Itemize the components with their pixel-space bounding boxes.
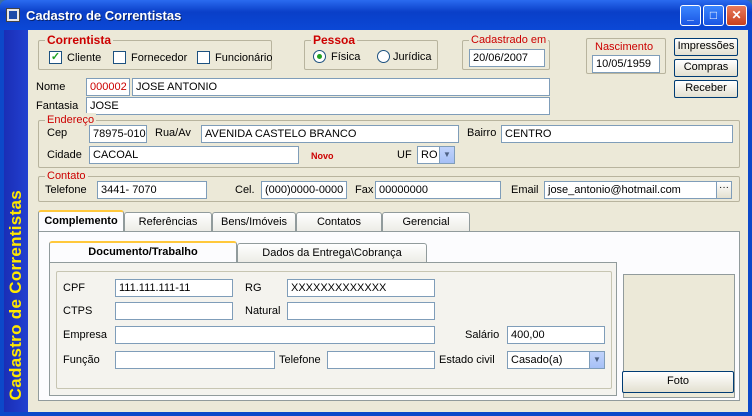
cadastrado-group: Cadastrado em 20/06/2007 (462, 33, 550, 70)
tab-referencias[interactable]: Referências (124, 212, 212, 232)
funcao-label: Função (63, 354, 100, 366)
impressoes-button[interactable]: Impressões (674, 38, 738, 56)
correntista-legend: Correntista (45, 33, 114, 47)
natural-field[interactable] (287, 302, 435, 320)
estado-civil-select[interactable]: Casado(a) ▼ (507, 351, 605, 369)
cpf-field[interactable]: 111.111.111-11 (115, 279, 233, 297)
fornecedor-checkbox[interactable] (113, 51, 126, 64)
nome-code-field[interactable]: 000002 (86, 78, 130, 96)
fornecedor-label: Fornecedor (131, 52, 188, 64)
bairro-label: Bairro (467, 127, 497, 139)
fantasia-field[interactable]: JOSE (86, 97, 550, 115)
foto-button[interactable]: Foto (622, 371, 734, 393)
cadastrado-legend: Cadastrado em (469, 33, 549, 47)
cliente-label: Cliente (67, 52, 102, 64)
vertical-banner: Cadastro de Correntistas (4, 30, 28, 412)
title-bar: Cadastro de Correntistas _ □ ✕ (0, 0, 752, 30)
funcionario-checkbox[interactable] (197, 51, 210, 64)
compras-button[interactable]: Compras (674, 59, 738, 77)
estado-civil-value: Casado(a) (511, 354, 563, 366)
ellipsis-icon[interactable]: ··· (716, 182, 731, 198)
cel-field[interactable]: (000)0000-0000 (261, 181, 347, 199)
documento-frame: CPF 111.111.111-11 RG XXXXXXXXXXXXX CTPS… (56, 271, 612, 389)
uf-select[interactable]: RO ▼ (417, 146, 455, 164)
telefone-label: Telefone (45, 184, 87, 196)
funcao-field[interactable] (115, 351, 275, 369)
telefone-doc-field[interactable] (327, 351, 435, 369)
receber-button[interactable]: Receber (674, 80, 738, 98)
tab-documento-trabalho[interactable]: Documento/Trabalho (49, 241, 237, 263)
tab-contatos[interactable]: Contatos (296, 212, 382, 232)
fisica-label: Física (331, 51, 361, 63)
cidade-field[interactable]: CACOAL (89, 146, 299, 164)
nome-field[interactable]: JOSE ANTONIO (132, 78, 550, 96)
app-window: Cadastro de Correntistas _ □ ✕ Cadastro … (0, 0, 752, 416)
cidade-label: Cidade (47, 149, 82, 161)
juridica-radio[interactable] (377, 50, 390, 63)
uf-value: RO (421, 149, 438, 161)
window-title: Cadastro de Correntistas (26, 8, 182, 23)
pessoa-legend: Pessoa (311, 33, 358, 47)
ctps-label: CTPS (63, 305, 93, 317)
nascimento-date-field[interactable]: 10/05/1959 (592, 55, 660, 73)
nome-label: Nome (36, 81, 66, 93)
email-value: jose_antonio@hotmail.com (548, 184, 681, 196)
client-area: Cadastro de Correntistas Correntista ✓ C… (4, 30, 748, 412)
contato-group: Contato Telefone 3441- 7070 Cel. (000)00… (38, 169, 740, 202)
vertical-banner-text: Cadastro de Correntistas (6, 189, 25, 400)
cadastrado-date-field[interactable]: 20/06/2007 (469, 49, 545, 67)
cep-label: Cep (47, 127, 68, 139)
fantasia-label: Fantasia (36, 100, 79, 112)
funcionario-label: Funcionário (215, 52, 273, 64)
empresa-label: Empresa (63, 329, 108, 341)
pessoa-group: Pessoa Física Jurídica (304, 33, 438, 70)
cliente-checkbox[interactable]: ✓ (49, 51, 62, 64)
endereco-group: Endereço Cep 78975-010 Rua/Av AVENIDA CA… (38, 113, 740, 168)
uf-label: UF (397, 149, 412, 161)
email-field[interactable]: jose_antonio@hotmail.com ··· (544, 181, 732, 199)
cep-field[interactable]: 78975-010 (89, 125, 147, 143)
contato-legend: Contato (45, 169, 88, 183)
documento-panel: CPF 111.111.111-11 RG XXXXXXXXXXXXX CTPS… (49, 262, 617, 396)
minimize-button[interactable]: _ (680, 5, 701, 26)
bairro-field[interactable]: CENTRO (501, 125, 733, 143)
maximize-button[interactable]: □ (703, 5, 724, 26)
rua-field[interactable]: AVENIDA CASTELO BRANCO (201, 125, 459, 143)
tab-gerencial[interactable]: Gerencial (382, 212, 470, 232)
salario-field[interactable]: 400,00 (507, 326, 605, 344)
tab-bens-imoveis[interactable]: Bens/Imóveis (212, 212, 296, 232)
ctps-field[interactable] (115, 302, 233, 320)
close-button[interactable]: ✕ (726, 5, 747, 26)
rg-field[interactable]: XXXXXXXXXXXXX (287, 279, 435, 297)
novo-link[interactable]: Novo (311, 149, 334, 163)
rg-label: RG (245, 282, 262, 294)
salario-label: Salário (465, 329, 500, 341)
fax-field[interactable]: 00000000 (375, 181, 501, 199)
cel-label: Cel. (235, 184, 255, 196)
chevron-down-icon[interactable]: ▼ (439, 147, 454, 163)
tab-complemento[interactable]: Complemento (38, 210, 124, 232)
telefone-doc-label: Telefone (279, 354, 321, 366)
fax-label: Fax (355, 184, 374, 196)
chevron-down-icon[interactable]: ▼ (589, 352, 604, 368)
nascimento-group: Nascimento 10/05/1959 (586, 38, 666, 74)
rua-label: Rua/Av (155, 127, 191, 139)
nascimento-legend: Nascimento (593, 40, 656, 54)
juridica-label: Jurídica (393, 51, 432, 63)
empresa-field[interactable] (115, 326, 435, 344)
app-icon[interactable] (6, 8, 20, 22)
cpf-label: CPF (63, 282, 85, 294)
tab-dados-entrega[interactable]: Dados da Entrega\Cobrança (237, 243, 427, 263)
fisica-radio[interactable] (313, 50, 326, 63)
telefone-field[interactable]: 3441- 7070 (97, 181, 207, 199)
estado-civil-label: Estado civil (439, 354, 495, 366)
natural-label: Natural (245, 305, 281, 317)
correntista-group: Correntista ✓ Cliente Fornecedor Funcion… (38, 33, 273, 70)
email-label: Email (511, 184, 539, 196)
